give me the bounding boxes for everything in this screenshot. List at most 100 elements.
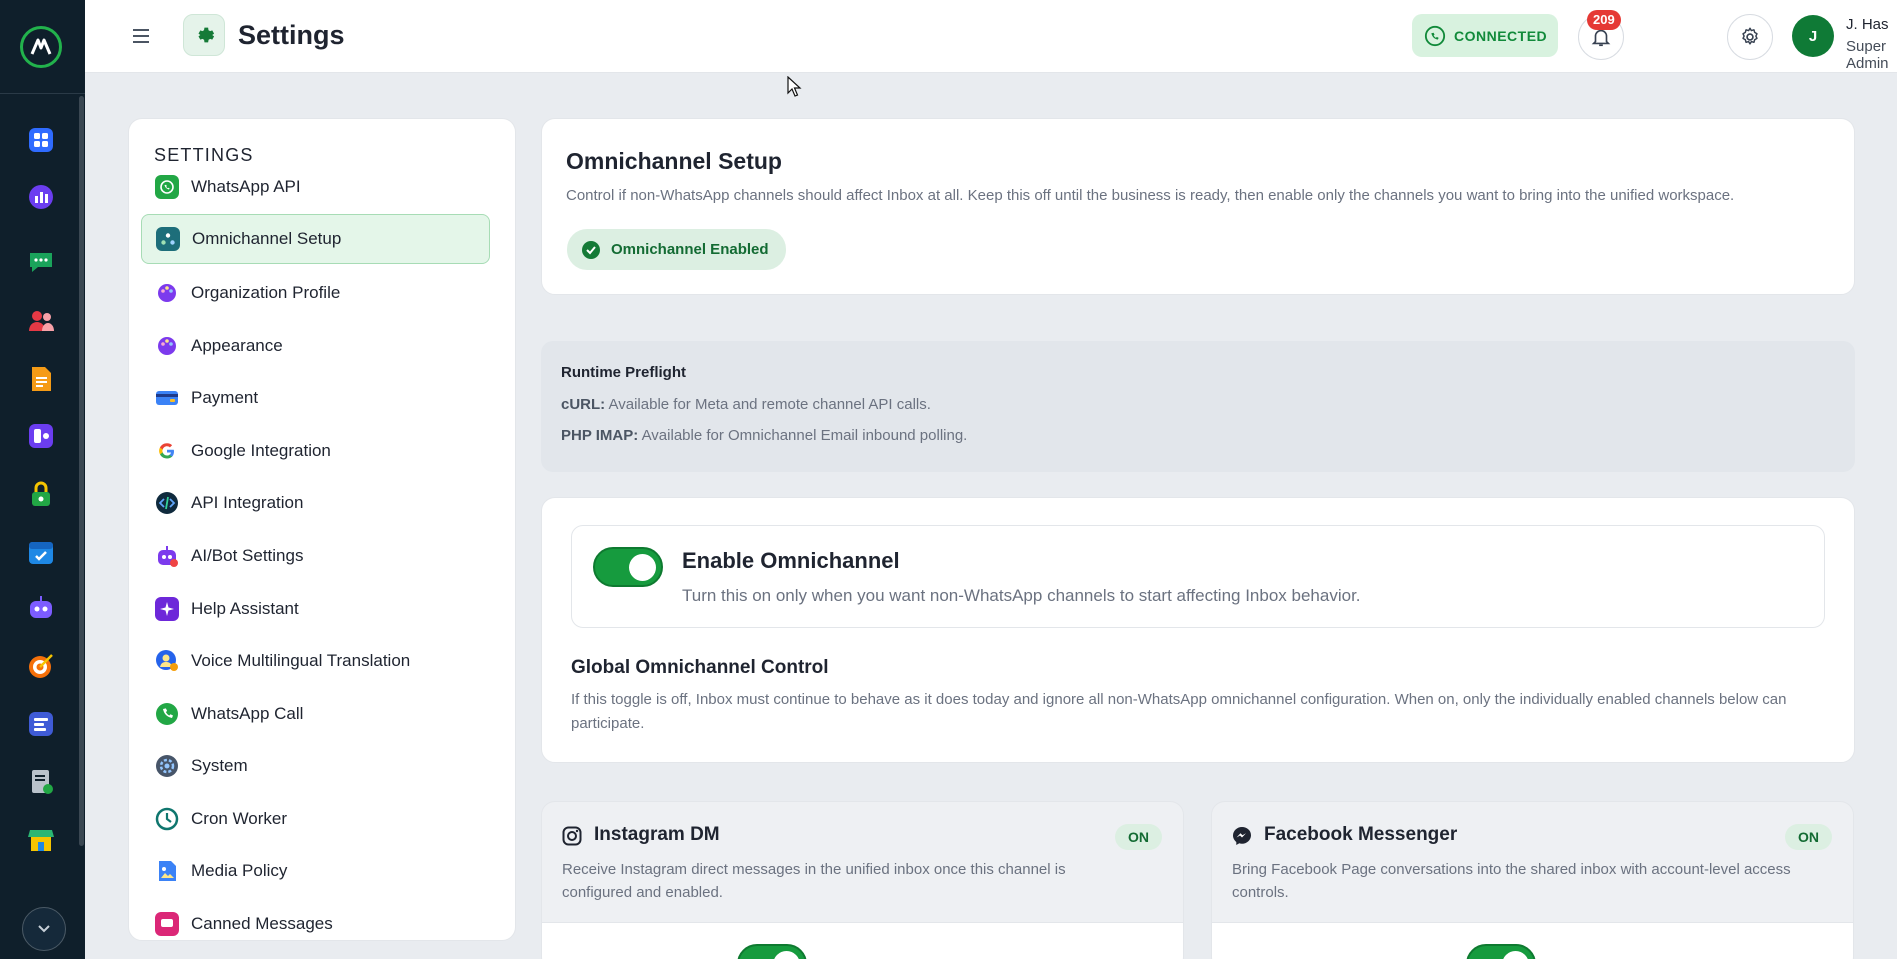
voice-icon <box>155 649 179 673</box>
notification-count-badge: 209 <box>1587 10 1621 30</box>
dashboard-icon[interactable] <box>27 126 55 154</box>
menu-item-label: Cron Worker <box>191 809 288 828</box>
settings-gear-icon <box>183 14 225 56</box>
menu-item-label: Canned Messages <box>191 914 333 933</box>
credit-card-icon <box>155 386 179 410</box>
channel-card-instagram: Instagram DM ON Receive Instagram direct… <box>541 801 1184 959</box>
toggle-title: Enable Omnichannel <box>682 548 900 573</box>
palette-icon <box>155 334 179 358</box>
report-icon[interactable] <box>27 768 55 796</box>
menu-item-label: API Integration <box>191 493 304 512</box>
channel-settings-area <box>542 922 1183 959</box>
omnichannel-setup-card: Omnichannel Setup Control if non-WhatsAp… <box>541 118 1855 295</box>
menu-item-label: Help Assistant <box>191 599 299 618</box>
store-icon[interactable] <box>27 826 55 854</box>
global-control-body: If this toggle is off, Inbox must contin… <box>571 691 1787 732</box>
omnichannel-icon <box>156 227 180 251</box>
calendar-icon[interactable] <box>27 538 55 566</box>
flow-icon[interactable] <box>27 422 55 450</box>
user-name[interactable]: J. Has <box>1846 16 1889 33</box>
document-icon[interactable] <box>27 365 55 393</box>
target-icon[interactable] <box>27 652 55 680</box>
menu-item-google-integration[interactable]: Google Integration <box>141 426 490 476</box>
enable-omnichannel-row: Enable Omnichannel Turn this on only whe… <box>571 525 1825 628</box>
menu-item-cron-worker[interactable]: Cron Worker <box>141 794 490 844</box>
page-title: Settings <box>238 20 345 50</box>
whatsapp-icon <box>155 175 179 199</box>
user-role: Super Admin <box>1846 38 1889 72</box>
menu-item-api-integration[interactable]: API Integration <box>141 478 490 528</box>
facebook-messenger-toggle[interactable] <box>1466 944 1536 959</box>
channel-description: Bring Facebook Page conversations into t… <box>1232 861 1791 901</box>
bot-icon <box>155 544 179 568</box>
status-badge: ON <box>1115 824 1162 850</box>
check-circle-icon <box>582 240 600 259</box>
chat-icon[interactable] <box>27 248 55 276</box>
enable-omnichannel-toggle[interactable] <box>593 547 663 587</box>
menu-item-organization-profile[interactable]: Organization Profile <box>141 268 490 318</box>
menu-item-label: Google Integration <box>191 441 331 460</box>
app-rail <box>0 0 85 959</box>
mouse-cursor-icon <box>787 76 802 97</box>
status-badge: ON <box>1785 824 1832 850</box>
section-description: Control if non-WhatsApp channels should … <box>566 187 1735 204</box>
phone-icon <box>155 702 179 726</box>
menu-item-label: Organization Profile <box>191 283 341 302</box>
menu-item-label: WhatsApp API <box>191 177 301 196</box>
connection-status-label: CONNECTED <box>1454 27 1548 44</box>
contacts-icon[interactable] <box>27 307 55 335</box>
menu-item-appearance[interactable]: Appearance <box>141 321 490 371</box>
lock-icon[interactable] <box>27 480 55 508</box>
chevron-down-icon <box>38 925 50 933</box>
bot-icon[interactable] <box>27 594 55 622</box>
whatsapp-icon <box>1424 25 1446 46</box>
top-bar: Settings CONNECTED 209 J J. Has Super Ad… <box>85 0 1897 73</box>
analytics-icon[interactable] <box>27 183 55 211</box>
clock-icon <box>155 807 179 831</box>
menu-item-canned-messages[interactable]: Canned Messages <box>141 899 490 940</box>
preflight-imap-value: Available for Omnichannel Email inbound … <box>641 427 968 444</box>
avatar[interactable]: J <box>1792 15 1834 57</box>
global-control-heading: Global Omnichannel Control <box>571 657 829 678</box>
code-icon <box>155 491 179 515</box>
settings-button[interactable] <box>1727 14 1773 60</box>
menu-item-voice-multilingual-translation[interactable]: Voice Multilingual Translation <box>141 636 490 686</box>
menu-item-payment[interactable]: Payment <box>141 373 490 423</box>
menu-item-omnichannel-setup[interactable]: Omnichannel Setup <box>141 214 490 264</box>
settings-menu: SETTINGS WhatsApp API Omnichannel Setup … <box>128 118 516 941</box>
menu-item-label: Omnichannel Setup <box>192 229 342 248</box>
rail-expand-button[interactable] <box>22 907 66 951</box>
menu-item-system[interactable]: System <box>141 741 490 791</box>
message-icon <box>155 912 179 936</box>
palette-icon <box>155 281 179 305</box>
menu-item-media-policy[interactable]: Media Policy <box>141 846 490 896</box>
menu-item-help-assistant[interactable]: Help Assistant <box>141 584 490 634</box>
image-icon <box>155 859 179 883</box>
preflight-title: Runtime Preflight <box>561 364 687 381</box>
global-control-card: Enable Omnichannel Turn this on only whe… <box>541 497 1855 763</box>
preflight-imap-line: PHP IMAP: Available for Omnichannel Emai… <box>561 427 967 444</box>
system-gear-icon <box>155 754 179 778</box>
menu-item-label: Voice Multilingual Translation <box>191 651 411 670</box>
menu-item-label: AI/Bot Settings <box>191 546 304 565</box>
status-badge-label: Omnichannel Enabled <box>611 241 769 258</box>
toggle-description: Turn this on only when you want non-What… <box>682 586 1361 605</box>
instagram-toggle[interactable] <box>737 944 807 959</box>
menu-item-whatsapp-call[interactable]: WhatsApp Call <box>141 689 490 739</box>
preflight-curl-value: Available for Meta and remote channel AP… <box>608 396 931 413</box>
channel-title: Facebook Messenger <box>1264 824 1458 845</box>
app-logo-icon[interactable] <box>20 26 62 68</box>
board-icon[interactable] <box>27 710 55 738</box>
rail-divider <box>0 93 85 94</box>
gear-icon <box>1742 27 1758 45</box>
menu-item-whatsapp-api[interactable]: WhatsApp API <box>141 162 490 212</box>
channel-description: Receive Instagram direct messages in the… <box>562 861 1066 901</box>
menu-item-label: WhatsApp Call <box>191 704 304 723</box>
section-title: Omnichannel Setup <box>566 148 782 174</box>
connection-status-badge[interactable]: CONNECTED <box>1412 14 1558 57</box>
menu-toggle-icon[interactable] <box>130 24 154 48</box>
sparkle-icon <box>155 597 179 621</box>
rail-scrollbar[interactable] <box>79 96 84 846</box>
preflight-curl-line: cURL: Available for Meta and remote chan… <box>561 396 931 413</box>
menu-item-ai-bot-settings[interactable]: AI/Bot Settings <box>141 531 490 581</box>
